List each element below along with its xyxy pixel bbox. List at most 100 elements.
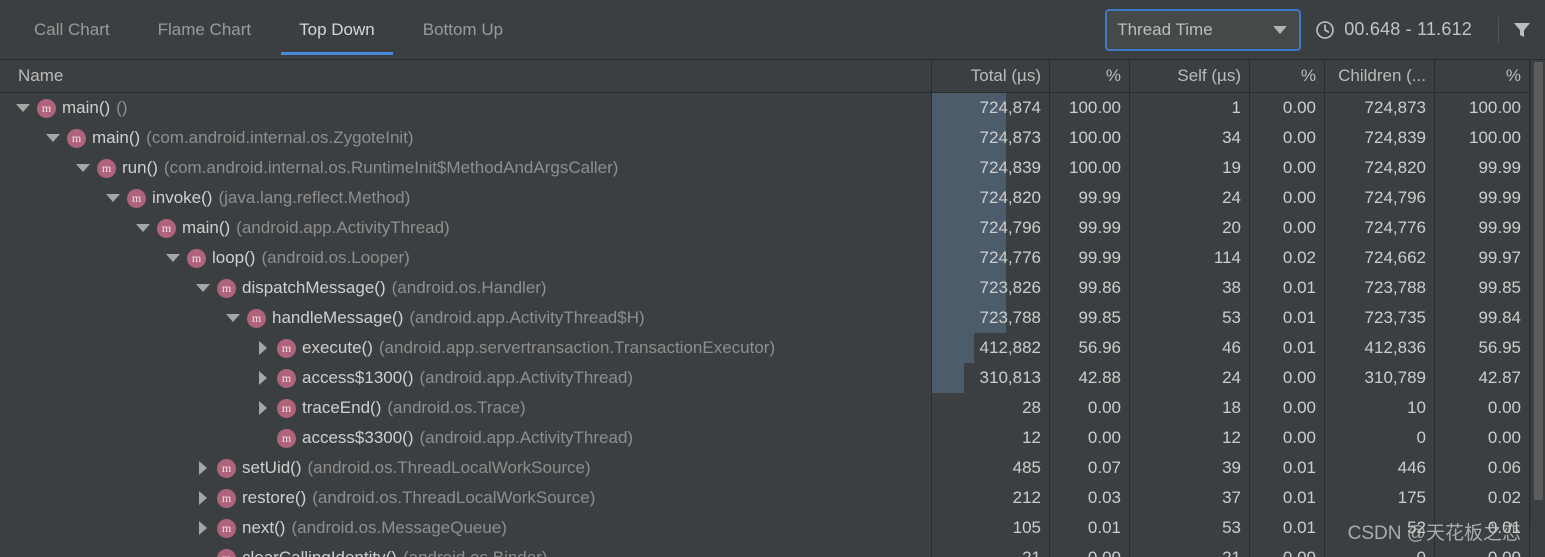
cell-value: 723,735 xyxy=(1364,308,1426,327)
triangle-right-icon[interactable] xyxy=(192,461,214,475)
triangle-right-icon[interactable] xyxy=(192,521,214,535)
cell-total_pct: 56.96 xyxy=(1050,333,1130,363)
table-row[interactable]: m next() (android.os.MessageQueue) 105 0.01 5… xyxy=(0,513,1545,543)
table-row[interactable]: m traceEnd() (android.os.Trace) 28 0.00 18 0.0… xyxy=(0,393,1545,423)
cell-value: 53 xyxy=(1222,308,1241,327)
cell-value: 724,839 xyxy=(979,158,1041,177)
table-row[interactable]: m dispatchMessage() (android.os.Handler) 72… xyxy=(0,273,1545,303)
cell-self_pct: 0.01 xyxy=(1250,333,1325,363)
triangle-right-icon[interactable] xyxy=(192,491,214,505)
tab-flame-chart[interactable]: Flame Chart xyxy=(134,0,276,60)
triangle-down-icon[interactable] xyxy=(12,104,34,112)
cell-name[interactable]: m handleMessage() (android.app.ActivityThr… xyxy=(0,303,932,333)
cell-name[interactable]: m access$1300() (android.app.ActivityThrea… xyxy=(0,363,932,393)
cell-self: 114 xyxy=(1130,243,1250,273)
table-row[interactable]: m execute() (android.app.servertransaction… xyxy=(0,333,1545,363)
column-header-children[interactable]: Children (... xyxy=(1325,60,1435,92)
method-icon: m xyxy=(247,308,266,328)
cell-value: 724,662 xyxy=(1364,248,1426,267)
cell-name[interactable]: m restore() (android.os.ThreadLocalWorkSou… xyxy=(0,483,932,513)
cell-value: 18 xyxy=(1222,398,1241,417)
cell-value: 99.99 xyxy=(1078,188,1121,207)
cell-children: 724,796 xyxy=(1325,183,1435,213)
method-icon: m xyxy=(217,518,236,538)
filter-funnel-icon[interactable] xyxy=(1511,19,1533,41)
tab-bottom-up[interactable]: Bottom Up xyxy=(399,0,527,60)
cell-value: 0.00 xyxy=(1488,548,1521,557)
table-row[interactable]: m access$3300() (android.app.ActivityThrea… xyxy=(0,423,1545,453)
cell-total_pct: 42.88 xyxy=(1050,363,1130,393)
cell-name[interactable]: m execute() (android.app.servertransaction… xyxy=(0,333,932,363)
cell-self_pct: 0.00 xyxy=(1250,423,1325,453)
cell-name[interactable]: m next() (android.os.MessageQueue) xyxy=(0,513,932,543)
triangle-down-icon[interactable] xyxy=(162,254,184,262)
cell-name[interactable]: m run() (com.android.internal.os.RuntimeIn… xyxy=(0,153,932,183)
triangle-right-icon[interactable] xyxy=(252,341,274,355)
column-header-total[interactable]: Total (µs) xyxy=(932,60,1050,92)
cell-total_pct: 0.00 xyxy=(1050,423,1130,453)
cell-children: 0 xyxy=(1325,543,1435,557)
cell-total_pct: 99.85 xyxy=(1050,303,1130,333)
cell-self_pct: 0.00 xyxy=(1250,393,1325,423)
cell-name[interactable]: m main() (android.app.ActivityThread) xyxy=(0,213,932,243)
cell-name[interactable]: m traceEnd() (android.os.Trace) xyxy=(0,393,932,423)
cell-name[interactable]: m main() (com.android.internal.os.ZygoteIn… xyxy=(0,123,932,153)
cell-name[interactable]: m dispatchMessage() (android.os.Handler) xyxy=(0,273,932,303)
table-row[interactable]: m handleMessage() (android.app.ActivityThr… xyxy=(0,303,1545,333)
table-row[interactable]: m invoke() (java.lang.reflect.Method) 724,8… xyxy=(0,183,1545,213)
cell-children: 724,776 xyxy=(1325,213,1435,243)
triangle-down-icon[interactable] xyxy=(222,314,244,322)
table-row[interactable]: m access$1300() (android.app.ActivityThrea… xyxy=(0,363,1545,393)
column-header-total_pct[interactable]: % xyxy=(1050,60,1130,92)
cell-value: 99.85 xyxy=(1478,278,1521,297)
table-row[interactable]: m main() () 724,874 100.00 1 0.00 724,873 100.00 xyxy=(0,93,1545,123)
column-header-self[interactable]: Self (µs) xyxy=(1130,60,1250,92)
cell-name[interactable]: m access$3300() (android.app.ActivityThrea… xyxy=(0,423,932,453)
column-header-self_pct[interactable]: % xyxy=(1250,60,1325,92)
scrollbar-thumb[interactable] xyxy=(1534,62,1543,500)
cell-value: 0.00 xyxy=(1487,428,1521,447)
cell-name[interactable]: m loop() (android.os.Looper) xyxy=(0,243,932,273)
triangle-down-icon[interactable] xyxy=(42,134,64,142)
triangle-down-icon[interactable] xyxy=(132,224,154,232)
cell-value: 0.02 xyxy=(1487,488,1521,507)
cell-name[interactable]: m clearCallingIdentity() (android.os.Binde… xyxy=(0,543,932,557)
method-icon: m xyxy=(37,98,56,118)
cell-self_pct: 0.00 xyxy=(1250,93,1325,123)
table-row[interactable]: m main() (android.app.ActivityThread) 724,7… xyxy=(0,213,1545,243)
cell-children: 412,836 xyxy=(1325,333,1435,363)
table-row[interactable]: m restore() (android.os.ThreadLocalWorkSou… xyxy=(0,483,1545,513)
method-icon: m xyxy=(67,128,86,148)
triangle-right-icon[interactable] xyxy=(252,371,274,385)
cell-value: 0.00 xyxy=(1282,398,1316,417)
cell-value: 21 xyxy=(1022,548,1041,557)
method-name: restore() xyxy=(242,488,307,507)
clock-type-dropdown[interactable]: Thread Time xyxy=(1105,8,1302,51)
cell-total: 724,873 xyxy=(932,123,1050,153)
cell-self: 12 xyxy=(1130,423,1250,453)
table-row[interactable]: m setUid() (android.os.ThreadLocalWorkSour… xyxy=(0,453,1545,483)
cell-name[interactable]: m invoke() (java.lang.reflect.Method) xyxy=(0,183,932,213)
table-row[interactable]: m clearCallingIdentity() (android.os.Binde… xyxy=(0,543,1545,557)
column-header-child_pct[interactable]: % xyxy=(1435,60,1530,92)
cell-name[interactable]: m main() () xyxy=(0,93,932,123)
method-name: next() xyxy=(242,518,286,537)
cell-self: 18 xyxy=(1130,393,1250,423)
table-row[interactable]: m main() (com.android.internal.os.ZygoteIn… xyxy=(0,123,1545,153)
toolbar-right-group: Thread Time 00.648 - 11.612 xyxy=(1105,0,1545,60)
triangle-down-icon[interactable] xyxy=(102,194,124,202)
cell-value: 99.97 xyxy=(1478,248,1521,267)
cell-name[interactable]: m setUid() (android.os.ThreadLocalWorkSour… xyxy=(0,453,932,483)
vertical-scrollbar[interactable] xyxy=(1530,60,1545,524)
cell-value: 724,873 xyxy=(1364,98,1426,117)
triangle-down-icon[interactable] xyxy=(72,164,94,172)
cell-value: 724,873 xyxy=(979,128,1041,147)
triangle-right-icon[interactable] xyxy=(252,401,274,415)
table-row[interactable]: m run() (com.android.internal.os.RuntimeIn… xyxy=(0,153,1545,183)
cell-self: 38 xyxy=(1130,273,1250,303)
tab-top-down[interactable]: Top Down xyxy=(275,0,399,60)
column-header-name[interactable]: Name xyxy=(0,60,932,92)
table-row[interactable]: m loop() (android.os.Looper) 724,776 99.99 11… xyxy=(0,243,1545,273)
triangle-down-icon[interactable] xyxy=(192,284,214,292)
tab-call-chart[interactable]: Call Chart xyxy=(10,0,134,60)
